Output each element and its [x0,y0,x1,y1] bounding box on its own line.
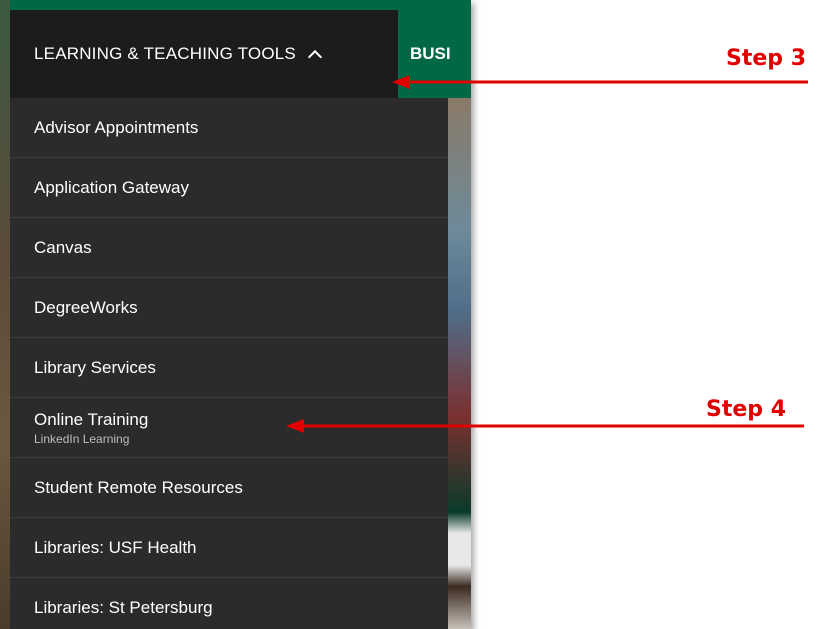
chevron-up-icon [307,49,323,65]
menu-item-application-gateway[interactable]: Application Gateway [10,158,448,218]
screenshot-frame: LEARNING & TEACHING TOOLS BUSI Advisor A… [0,0,471,629]
menu-item-label: Libraries: USF Health [34,537,197,557]
nav-item-learning-teaching-tools[interactable]: LEARNING & TEACHING TOOLS [10,10,398,98]
menu-item-label: Canvas [34,237,92,257]
menu-item-canvas[interactable]: Canvas [10,218,448,278]
menu-item-online-training[interactable]: Online Training LinkedIn Learning [10,398,448,458]
menu-item-label: DegreeWorks [34,297,138,317]
menu-item-advisor-appointments[interactable]: Advisor Appointments [10,98,448,158]
step4-label: Step 4 [706,397,786,422]
menu-item-label: Online Training [34,409,149,429]
background-photo [448,98,471,629]
menu-item-label: Libraries: St Petersburg [34,597,213,617]
menu-item-label: Library Services [34,357,156,377]
nav-item-business[interactable]: BUSI [410,10,451,98]
menu-item-libraries-usf-health[interactable]: Libraries: USF Health [10,518,448,578]
menu-item-label: Student Remote Resources [34,477,243,497]
nav-item-label: BUSI [410,44,451,63]
step3-label: Step 3 [726,46,806,71]
nav-item-label: LEARNING & TEACHING TOOLS [34,44,296,63]
menu-item-label: Application Gateway [34,177,189,197]
menu-item-student-remote-resources[interactable]: Student Remote Resources [10,458,448,518]
menu-item-degreeworks[interactable]: DegreeWorks [10,278,448,338]
dropdown-menu: Advisor Appointments Application Gateway… [10,98,448,629]
menu-item-libraries-st-petersburg[interactable]: Libraries: St Petersburg [10,578,448,629]
menu-item-sublabel: LinkedIn Learning [34,431,130,446]
menu-item-label: Advisor Appointments [34,117,199,137]
background-strip [0,0,10,629]
menu-item-library-services[interactable]: Library Services [10,338,448,398]
